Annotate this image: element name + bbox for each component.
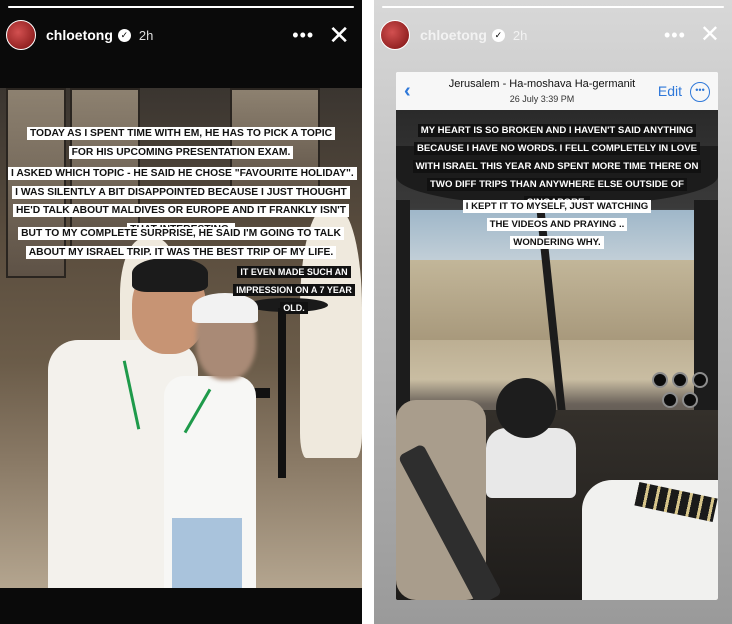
story-progress-bar — [382, 6, 724, 8]
gauge — [682, 392, 698, 408]
chevron-left-icon[interactable]: ‹ — [404, 80, 411, 103]
more-horizontal-icon[interactable]: ••• — [292, 25, 314, 46]
boy-shorts — [172, 518, 242, 588]
more-horizontal-icon[interactable]: ••• — [664, 25, 686, 46]
caption: IT EVEN MADE SUCH AN IMPRESSION ON A 7 Y… — [232, 262, 356, 316]
child-head — [496, 378, 556, 438]
photo-location: Jerusalem - Ha-moshava Ha-germanit — [448, 78, 636, 90]
caption: TODAY AS I SPENT TIME WITH EM, HE HAS TO… — [0, 123, 362, 160]
story-progress-fill — [8, 6, 354, 8]
story-progress-fill — [382, 6, 724, 8]
caption-text: IT EVEN MADE SUCH AN IMPRESSION ON A 7 Y… — [233, 266, 355, 314]
caption-text: BUT TO MY COMPLETE SURPRISE, HE SAID I'M… — [18, 227, 344, 259]
edit-button[interactable]: Edit — [658, 83, 682, 99]
username[interactable]: chloetong — [420, 27, 487, 43]
close-icon[interactable]: ✕ — [328, 22, 350, 48]
left-story-panel: chloetong ✓ 2h ••• ✕ TODAY AS I SPENT TI… — [0, 0, 362, 624]
verified-badge-icon: ✓ — [117, 28, 131, 42]
post-time: 2h — [512, 27, 528, 43]
right-story-panel: chloetong ✓ 2h ••• ✕ ‹ Jerusalem - Ha-mo… — [374, 0, 732, 624]
gauge — [652, 372, 668, 388]
username[interactable]: chloetong — [46, 27, 113, 43]
caption: BUT TO MY COMPLETE SURPRISE, HE SAID I'M… — [0, 223, 362, 260]
ellipsis-circle-icon[interactable]: ••• — [690, 82, 710, 102]
avatar[interactable] — [380, 20, 410, 50]
shared-photo-screenshot: ‹ Jerusalem - Ha-moshava Ha-germanit 26 … — [396, 72, 718, 600]
gauge — [662, 392, 678, 408]
photo-info-header: ‹ Jerusalem - Ha-moshava Ha-germanit 26 … — [396, 72, 718, 110]
child-figure — [486, 428, 576, 498]
avatar[interactable] — [6, 20, 36, 50]
close-icon[interactable]: ✕ — [700, 22, 720, 48]
verified-badge-icon: ✓ — [491, 28, 505, 42]
gauge — [692, 372, 708, 388]
post-time: 2h — [138, 27, 154, 43]
bar-stool — [278, 308, 286, 478]
story-progress-bar — [8, 6, 354, 8]
caption-text: I KEPT IT TO MYSELF, JUST WATCHING THE V… — [462, 200, 652, 249]
story-header: chloetong ✓ 2h ••• ✕ — [380, 16, 726, 54]
story-header: chloetong ✓ 2h ••• ✕ — [6, 16, 356, 54]
photo-date: 26 July 3:39 PM — [509, 94, 575, 104]
man-hair — [132, 258, 208, 292]
gauge — [672, 372, 688, 388]
caption-text: TODAY AS I SPENT TIME WITH EM, HE HAS TO… — [26, 127, 336, 159]
caption: I KEPT IT TO MYSELF, JUST WATCHING THE V… — [396, 196, 718, 250]
